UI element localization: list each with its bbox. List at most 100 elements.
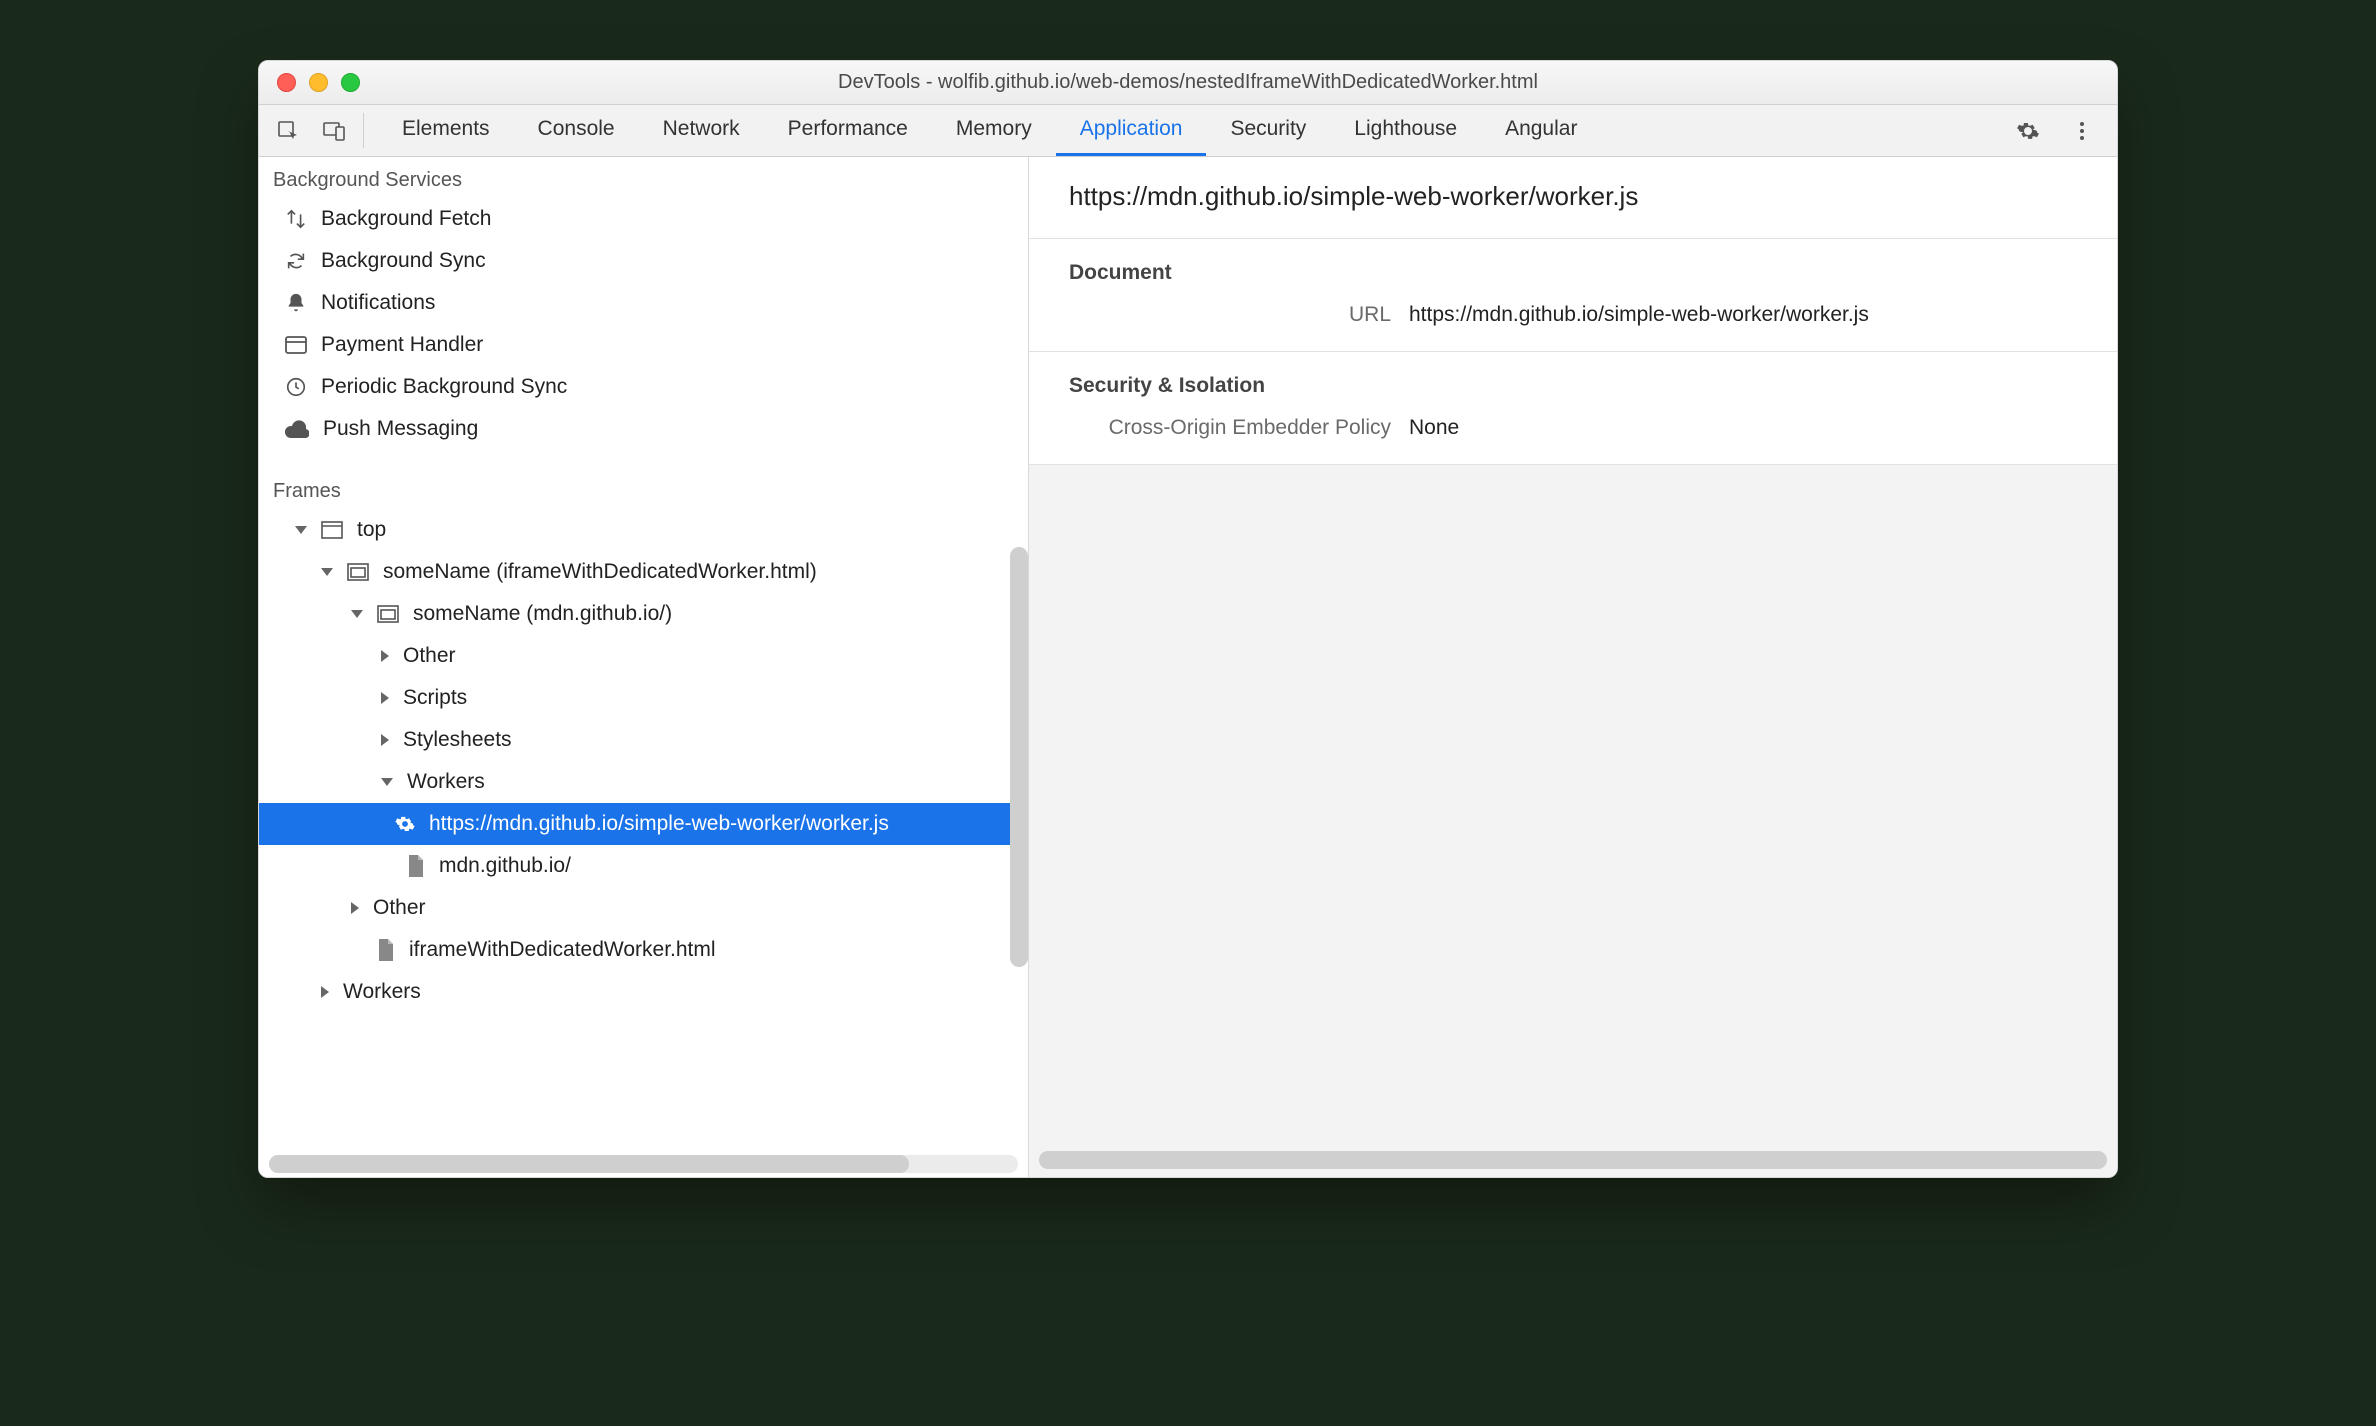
caret-down-icon [321,568,333,576]
section-frames: Frames [259,468,1028,509]
toolbar: ElementsConsoleNetworkPerformanceMemoryA… [259,105,2117,157]
tree-item-other-2[interactable]: Other [259,887,1028,929]
caret-right-icon [351,902,359,914]
sidebar-item-background-sync[interactable]: Background Sync [259,240,1028,282]
clock-icon [285,376,307,398]
key-value-row: URL https://mdn.github.io/simple-web-work… [1029,297,2117,337]
tree-item-stylesheets[interactable]: Stylesheets [259,719,1028,761]
key-value-row: Cross-Origin Embedder Policy None [1029,410,2117,450]
tree-label: Other [373,896,426,920]
sidebar-item-notifications[interactable]: Notifications [259,282,1028,324]
sidebar-item-periodic-background-sync[interactable]: Periodic Background Sync [259,366,1028,408]
tab-memory[interactable]: Memory [932,105,1056,156]
toolbar-separator [363,113,364,148]
cloud-icon [285,420,309,438]
titlebar: DevTools - wolfib.github.io/web-demos/ne… [259,61,2117,105]
caret-right-icon [321,986,329,998]
main-area: Background Services Background FetchBack… [259,157,2117,1177]
more-menu-icon[interactable] [2059,119,2105,143]
device-toolbar-icon[interactable] [311,105,357,156]
tree-item-iframe-1[interactable]: someName (iframeWithDedicatedWorker.html… [259,551,1028,593]
tree-label: Workers [343,980,421,1004]
caret-down-icon [351,610,363,618]
detail-pane: https://mdn.github.io/simple-web-worker/… [1029,157,2117,1177]
detail-group: Security & IsolationCross-Origin Embedde… [1029,352,2117,465]
sidebar-item-label: Payment Handler [321,333,483,357]
section-background-services: Background Services [259,157,1028,198]
tree-label: mdn.github.io/ [439,854,571,878]
detail-group: Document URL https://mdn.github.io/simple-… [1029,239,2117,352]
file-icon [377,939,395,961]
sidebar-item-payment-handler[interactable]: Payment Handler [259,324,1028,366]
bell-icon [285,292,307,314]
tree-item-top[interactable]: top [259,509,1028,551]
sidebar-item-label: Background Sync [321,249,486,273]
kv-value: None [1409,416,1459,440]
sidebar-horizontal-scrollbar[interactable] [269,1155,1018,1173]
detail-horizontal-scrollbar[interactable] [1039,1151,2107,1169]
caret-right-icon [381,650,389,662]
tree-label: https://mdn.github.io/simple-web-worker/… [429,812,889,836]
tabs: ElementsConsoleNetworkPerformanceMemoryA… [378,105,1601,156]
tree-item-worker-selected[interactable]: https://mdn.github.io/simple-web-worker/… [259,803,1028,845]
tree-label: someName (iframeWithDedicatedWorker.html… [383,560,817,584]
sidebar-item-background-fetch[interactable]: Background Fetch [259,198,1028,240]
tree-item-other[interactable]: Other [259,635,1028,677]
tree-item-workers-2[interactable]: Workers [259,971,1028,1013]
refresh-icon [285,250,307,272]
tree-item-document[interactable]: mdn.github.io/ [259,845,1028,887]
tree-label: Stylesheets [403,728,512,752]
sidebar-item-label: Push Messaging [323,417,478,441]
caret-down-icon [295,526,307,534]
tree-item-iframe-doc[interactable]: iframeWithDedicatedWorker.html [259,929,1028,971]
file-icon [407,855,425,877]
caret-down-icon [381,778,393,786]
detail-empty-area [1029,465,2117,1177]
kv-key: URL [1069,303,1391,327]
background-services-list: Background Fetch Background Sync Notificat… [259,198,1028,450]
embed-icon [377,605,399,623]
caret-right-icon [381,692,389,704]
tree-label: Other [403,644,456,668]
tree-label: iframeWithDedicatedWorker.html [409,938,716,962]
tab-network[interactable]: Network [639,105,764,156]
group-heading: Document [1029,253,2117,297]
gear-icon [395,814,415,834]
kv-value: https://mdn.github.io/simple-web-worker/… [1409,303,1869,327]
kv-key: Cross-Origin Embedder Policy [1069,416,1391,440]
detail-groups: Document URL https://mdn.github.io/simple-… [1029,239,2117,465]
tab-console[interactable]: Console [514,105,639,156]
tree-item-scripts[interactable]: Scripts [259,677,1028,719]
tab-performance[interactable]: Performance [764,105,932,156]
sidebar-vertical-scrollbar[interactable] [1010,547,1028,967]
swap-vert-icon [285,208,307,230]
tab-security[interactable]: Security [1206,105,1330,156]
caret-right-icon [381,734,389,746]
settings-icon[interactable] [2005,119,2051,143]
window-icon [321,521,343,539]
tree-label: someName (mdn.github.io/) [413,602,672,626]
tab-application[interactable]: Application [1056,105,1207,156]
sidebar-item-label: Notifications [321,291,435,315]
frames-tree: top someName (iframeWithDedicatedWorker.… [259,509,1028,1013]
window-frame: DevTools - wolfib.github.io/web-demos/ne… [258,60,2118,1178]
window-title: DevTools - wolfib.github.io/web-demos/ne… [259,71,2117,94]
inspect-element-icon[interactable] [265,105,311,156]
tab-angular[interactable]: Angular [1481,105,1601,156]
sidebar-item-label: Periodic Background Sync [321,375,567,399]
tree-item-workers[interactable]: Workers [259,761,1028,803]
tree-label: top [357,518,386,542]
detail-title: https://mdn.github.io/simple-web-worker/… [1029,157,2117,239]
sidebar-item-label: Background Fetch [321,207,491,231]
tab-elements[interactable]: Elements [378,105,514,156]
tree-label: Scripts [403,686,467,710]
sidebar: Background Services Background FetchBack… [259,157,1029,1177]
tree-label: Workers [407,770,485,794]
card-icon [285,336,307,354]
sidebar-item-push-messaging[interactable]: Push Messaging [259,408,1028,450]
scrollbar-thumb[interactable] [269,1155,909,1173]
embed-icon [347,563,369,581]
tab-lighthouse[interactable]: Lighthouse [1330,105,1481,156]
tree-item-iframe-2[interactable]: someName (mdn.github.io/) [259,593,1028,635]
group-heading: Security & Isolation [1029,366,2117,410]
